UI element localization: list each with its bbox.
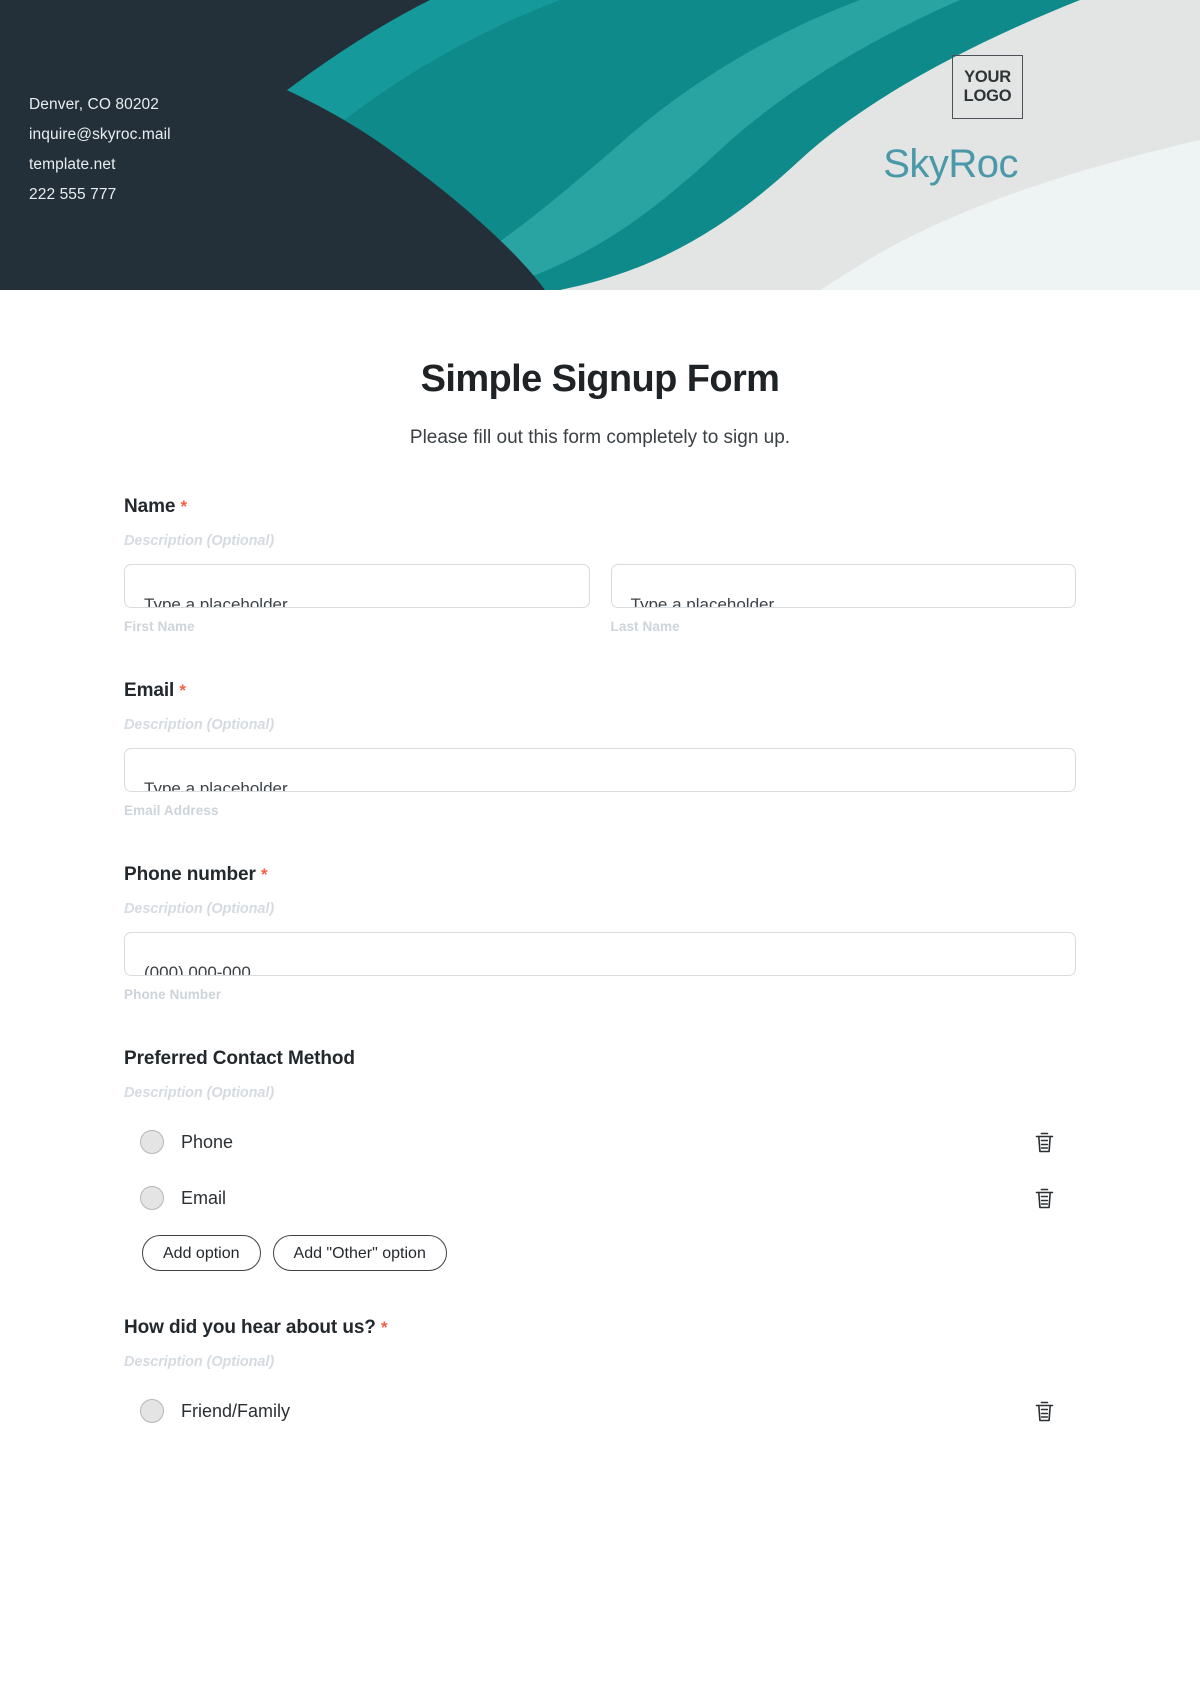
required-asterisk: *: [180, 497, 188, 516]
trash-icon[interactable]: [1032, 1185, 1056, 1211]
field-email: Email * Description (Optional) Type a pl…: [124, 680, 1076, 818]
option-action-buttons: Add option Add "Other" option: [124, 1235, 1076, 1271]
email-input-row: Type a placeholder Email Address: [124, 748, 1076, 818]
first-name-placeholder: Type a placeholder: [144, 595, 288, 608]
field-preferred-contact-label-text: Preferred Contact Method: [124, 1048, 355, 1069]
last-name-col: Type a placeholder Last Name: [610, 564, 1076, 634]
field-phone-description: Description (Optional): [124, 901, 275, 917]
name-input-row: Type a placeholder First Name Type a pla…: [124, 564, 1076, 634]
banner-decoration: [0, 0, 1200, 290]
option-row[interactable]: Email: [124, 1179, 1076, 1217]
phone-input[interactable]: (000) 000-000: [124, 932, 1076, 976]
first-name-input[interactable]: Type a placeholder: [124, 564, 590, 608]
option-label: Friend/Family: [181, 1400, 291, 1421]
field-name-description: Description (Optional): [124, 533, 275, 549]
first-name-col: Type a placeholder First Name: [124, 564, 590, 634]
field-preferred-contact-label: Preferred Contact Method: [124, 1048, 1076, 1070]
radio-button-icon[interactable]: [140, 1130, 164, 1154]
radio-button-icon[interactable]: [140, 1399, 164, 1423]
add-other-option-button[interactable]: Add "Other" option: [272, 1235, 447, 1271]
email-sublabel: Email Address: [124, 803, 219, 818]
trash-icon[interactable]: [1032, 1129, 1056, 1155]
email-input[interactable]: Type a placeholder: [124, 748, 1076, 792]
phone-placeholder: (000) 000-000: [144, 963, 251, 976]
field-how-did-you-hear-description: Description (Optional): [124, 1354, 275, 1370]
logo-placeholder: YOUR LOGO: [952, 55, 1023, 119]
form-page: Simple Signup Form Please fill out this …: [0, 290, 1200, 1430]
preferred-contact-options: Phone Email: [124, 1123, 1076, 1217]
logo-text-line2: LOGO: [963, 87, 1012, 105]
page-title: Simple Signup Form: [420, 358, 780, 400]
logo-text-line1: YOUR: [964, 68, 1011, 86]
field-phone: Phone number * Description (Optional) (0…: [124, 864, 1076, 1002]
page-header-banner: Denver, CO 80202 inquire@skyroc.mail tem…: [0, 0, 1200, 290]
required-asterisk: *: [380, 1318, 388, 1337]
phone-input-row: (000) 000-000 Phone Number: [124, 932, 1076, 1002]
field-email-label: Email *: [124, 680, 1076, 702]
option-row[interactable]: Phone: [124, 1123, 1076, 1161]
field-phone-label-text: Phone number: [124, 864, 256, 885]
field-preferred-contact-method: Preferred Contact Method Description (Op…: [124, 1048, 1076, 1271]
required-asterisk: *: [179, 681, 186, 700]
field-name-label-text: Name: [124, 496, 176, 517]
phone-col: (000) 000-000 Phone Number: [124, 932, 1076, 1002]
field-how-did-you-hear: How did you hear about us? * Description…: [124, 1317, 1076, 1430]
contact-website: template.net: [29, 156, 116, 173]
brand-name: SkyRoc: [883, 142, 1018, 186]
how-did-you-hear-options: Friend/Family: [124, 1392, 1076, 1430]
contact-phone: 222 555 777: [29, 186, 117, 203]
option-row[interactable]: Friend/Family: [124, 1392, 1076, 1430]
option-label: Email: [181, 1187, 227, 1208]
trash-icon[interactable]: [1032, 1398, 1056, 1424]
option-label: Phone: [181, 1131, 234, 1152]
contact-email: inquire@skyroc.mail: [29, 126, 171, 143]
required-asterisk: *: [261, 865, 268, 884]
last-name-sublabel: Last Name: [610, 619, 680, 634]
first-name-sublabel: First Name: [124, 619, 195, 634]
field-how-did-you-hear-label: How did you hear about us? *: [124, 1317, 1076, 1339]
email-col: Type a placeholder Email Address: [124, 748, 1076, 818]
form-fields: Name * Description (Optional) Type a pla…: [0, 496, 1200, 1430]
phone-sublabel: Phone Number: [124, 987, 222, 1002]
email-placeholder: Type a placeholder: [144, 779, 288, 792]
last-name-placeholder: Type a placeholder: [630, 595, 775, 608]
field-email-label-text: Email: [124, 680, 175, 701]
field-name-label: Name *: [124, 496, 1076, 518]
add-option-button[interactable]: Add option: [142, 1235, 261, 1271]
page-subtitle: Please fill out this form completely to …: [409, 427, 791, 448]
contact-address: Denver, CO 80202: [29, 96, 159, 113]
field-how-did-you-hear-label-text: How did you hear about us?: [124, 1317, 376, 1338]
header-contact-info: Denver, CO 80202 inquire@skyroc.mail tem…: [29, 90, 171, 210]
last-name-input[interactable]: Type a placeholder: [610, 564, 1076, 608]
field-name: Name * Description (Optional) Type a pla…: [124, 496, 1076, 634]
field-email-description: Description (Optional): [124, 717, 275, 733]
field-preferred-contact-description: Description (Optional): [124, 1085, 275, 1101]
field-phone-label: Phone number *: [124, 864, 1076, 886]
radio-button-icon[interactable]: [140, 1186, 164, 1210]
